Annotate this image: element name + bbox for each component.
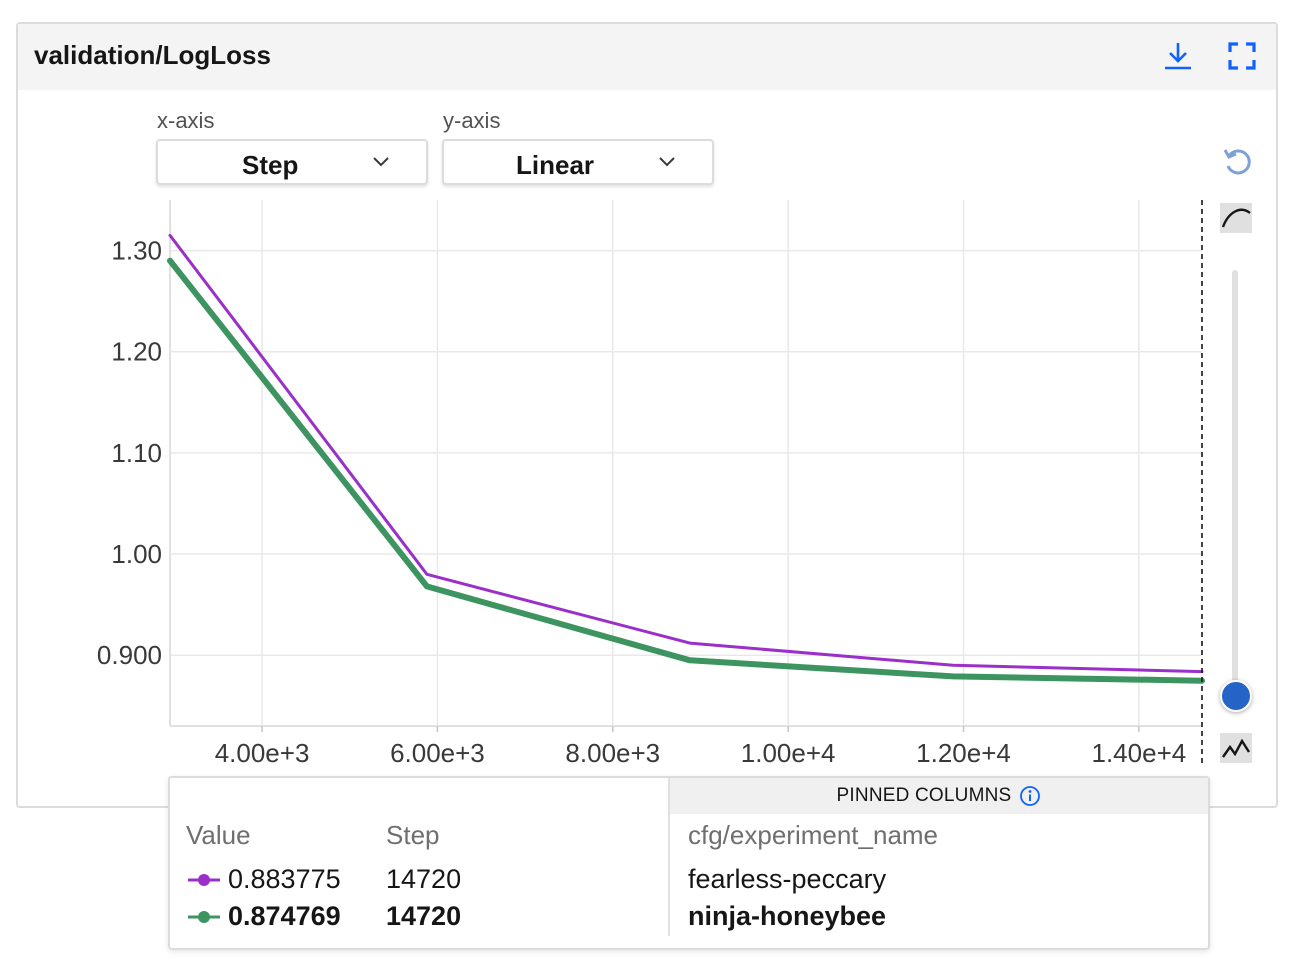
tooltip-step-2: 14720 <box>386 901 462 931</box>
tooltip-experiment-2: ninja-honeybee <box>688 901 887 931</box>
x-tick-label: 1.40e+4 <box>1092 738 1187 768</box>
tooltip-value-2: 0.874769 <box>228 901 341 931</box>
series-swatch-purple <box>188 874 220 886</box>
x-tick-label: 6.00e+3 <box>390 738 485 768</box>
series-line-2 <box>167 257 1205 684</box>
value-column-header: Value <box>186 820 251 850</box>
axis-ticks: 4.00e+3 6.00e+3 8.00e+3 1.00e+4 1.20e+4 1.40e… <box>97 236 1186 768</box>
pinned-columns-label: PINNED COLUMNS <box>836 785 1012 806</box>
x-tick-label: 8.00e+3 <box>565 738 660 768</box>
hover-tooltip: PINNED COLUMNS Value Step cfg/experiment… <box>168 776 1210 950</box>
tooltip-step-1: 14720 <box>386 864 462 894</box>
grid <box>169 200 1202 732</box>
tooltip-experiment-1: fearless-peccary <box>688 864 887 894</box>
step-column-header: Step <box>386 820 440 850</box>
y-tick-label: 1.20 <box>111 337 162 367</box>
x-tick-label: 1.00e+4 <box>741 738 836 768</box>
y-tick-label: 1.10 <box>111 438 162 468</box>
info-icon[interactable] <box>1019 785 1041 807</box>
y-tick-label: 0.900 <box>97 640 162 670</box>
x-tick-label: 1.20e+4 <box>916 738 1011 768</box>
series-swatch-green <box>188 911 220 923</box>
experiment-column-header: cfg/experiment_name <box>688 820 939 850</box>
x-tick-label: 4.00e+3 <box>215 738 310 768</box>
y-tick-label: 1.00 <box>111 539 162 569</box>
pinned-columns-header: PINNED COLUMNS <box>670 778 1208 814</box>
tooltip-value-1: 0.883775 <box>228 864 341 894</box>
y-tick-label: 1.30 <box>111 236 162 266</box>
series-lines <box>167 233 1205 684</box>
